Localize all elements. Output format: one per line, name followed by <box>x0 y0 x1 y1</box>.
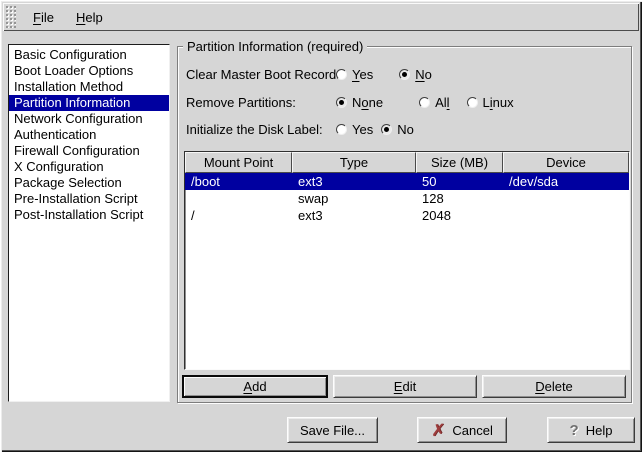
delete-button-label: Delete <box>535 379 573 394</box>
table-cell: swap <box>292 190 416 207</box>
radio-label: No <box>397 122 414 137</box>
sidebar-item-post-installation-script[interactable]: Post-Installation Script <box>9 207 169 223</box>
radio-clear-mbr-no[interactable]: No <box>399 67 432 82</box>
table-cell: ext3 <box>292 173 416 190</box>
table-cell: / <box>185 207 292 224</box>
menubar: File Help <box>3 3 639 31</box>
menu-help[interactable]: Help <box>65 5 114 30</box>
table-cell: 128 <box>416 190 503 207</box>
add-button-label: Add <box>243 379 266 394</box>
radio-init-no[interactable]: No <box>381 122 414 137</box>
table-cell: 50 <box>416 173 503 190</box>
help-button-label: Help <box>586 423 613 438</box>
table-cell: /boot <box>185 173 292 190</box>
radio-circle-checked-icon <box>381 124 392 135</box>
save-file-button[interactable]: Save File... <box>287 417 378 443</box>
table-row-boot[interactable]: /boot ext3 50 /dev/sda <box>185 173 629 190</box>
remove-partitions-label: Remove Partitions: <box>186 95 336 110</box>
cancel-button-label: Cancel <box>452 423 492 438</box>
radio-remove-none[interactable]: None <box>336 95 383 110</box>
table-cell <box>185 190 292 207</box>
table-action-buttons: Add Edit Delete <box>182 375 626 398</box>
sidebar-item-x-configuration[interactable]: X Configuration <box>9 159 169 175</box>
table-cell: 2048 <box>416 207 503 224</box>
column-header-size[interactable]: Size (MB) <box>416 152 503 173</box>
radio-circle-icon <box>419 97 430 108</box>
sidebar-item-basic-configuration[interactable]: Basic Configuration <box>9 47 169 63</box>
column-header-type[interactable]: Type <box>292 152 416 173</box>
sidebar-item-package-selection[interactable]: Package Selection <box>9 175 169 191</box>
radio-label: Yes <box>352 122 373 137</box>
help-button[interactable]: ? Help <box>547 417 635 443</box>
radio-remove-all[interactable]: All <box>419 95 449 110</box>
radio-circle-checked-icon <box>399 69 410 80</box>
clear-mbr-label: Clear Master Boot Record: <box>186 67 336 82</box>
table-header: Mount Point Type Size (MB) Device <box>185 152 629 173</box>
frame-title: Partition Information (required) <box>183 38 367 55</box>
sidebar-item-authentication[interactable]: Authentication <box>9 127 169 143</box>
menu-file-label: ile <box>41 10 54 25</box>
column-header-mount-point[interactable]: Mount Point <box>185 152 292 173</box>
init-disk-label-row: Initialize the Disk Label: Yes No <box>186 121 414 138</box>
menu-help-label: elp <box>85 10 102 25</box>
table-cell <box>503 190 629 207</box>
sidebar-item-pre-installation-script[interactable]: Pre-Installation Script <box>9 191 169 207</box>
clear-mbr-row: Clear Master Boot Record: Yes No <box>186 66 432 83</box>
radio-label: None <box>352 95 383 110</box>
radio-init-yes[interactable]: Yes <box>336 122 373 137</box>
radio-circle-icon <box>336 124 347 135</box>
radio-label: All <box>435 95 449 110</box>
section-list: Basic Configuration Boot Loader Options … <box>8 44 170 402</box>
sidebar-item-installation-method[interactable]: Installation Method <box>9 79 169 95</box>
sidebar-item-network-configuration[interactable]: Network Configuration <box>9 111 169 127</box>
radio-circle-icon <box>467 97 478 108</box>
menu-file[interactable]: File <box>22 5 65 30</box>
radio-circle-icon <box>336 69 347 80</box>
radio-clear-mbr-yes[interactable]: Yes <box>336 67 373 82</box>
radio-label: Linux <box>483 95 514 110</box>
partition-information-frame: Partition Information (required) Clear M… <box>177 46 632 403</box>
table-cell <box>503 207 629 224</box>
radio-label: Yes <box>352 67 373 82</box>
save-file-button-label: Save File... <box>300 423 365 438</box>
radio-label: No <box>415 67 432 82</box>
table-row-swap[interactable]: swap 128 <box>185 190 629 207</box>
cancel-button[interactable]: ✗ Cancel <box>417 417 507 443</box>
table-cell: ext3 <box>292 207 416 224</box>
sidebar-item-firewall-configuration[interactable]: Firewall Configuration <box>9 143 169 159</box>
table-body: /boot ext3 50 /dev/sda swap 128 / ext3 2… <box>185 173 629 224</box>
table-cell: /dev/sda <box>503 173 629 190</box>
table-row-root[interactable]: / ext3 2048 <box>185 207 629 224</box>
remove-partitions-row: Remove Partitions: None All Linux <box>186 94 514 111</box>
help-question-icon: ? <box>570 423 579 438</box>
edit-button-label: Edit <box>394 379 416 394</box>
kickstart-configurator-window: File Help Basic Configuration Boot Loade… <box>0 0 642 452</box>
radio-circle-checked-icon <box>336 97 347 108</box>
sidebar-item-boot-loader-options[interactable]: Boot Loader Options <box>9 63 169 79</box>
delete-button[interactable]: Delete <box>482 375 626 398</box>
menubar-grip-handle[interactable] <box>6 6 16 28</box>
partition-table: Mount Point Type Size (MB) Device /boot … <box>184 151 630 370</box>
sidebar-item-partition-information[interactable]: Partition Information <box>9 95 169 111</box>
column-header-device[interactable]: Device <box>503 152 629 173</box>
radio-remove-linux[interactable]: Linux <box>467 95 514 110</box>
cancel-x-icon: ✗ <box>431 422 445 439</box>
init-disk-label-label: Initialize the Disk Label: <box>186 122 336 137</box>
add-button[interactable]: Add <box>182 375 328 398</box>
edit-button[interactable]: Edit <box>333 375 477 398</box>
